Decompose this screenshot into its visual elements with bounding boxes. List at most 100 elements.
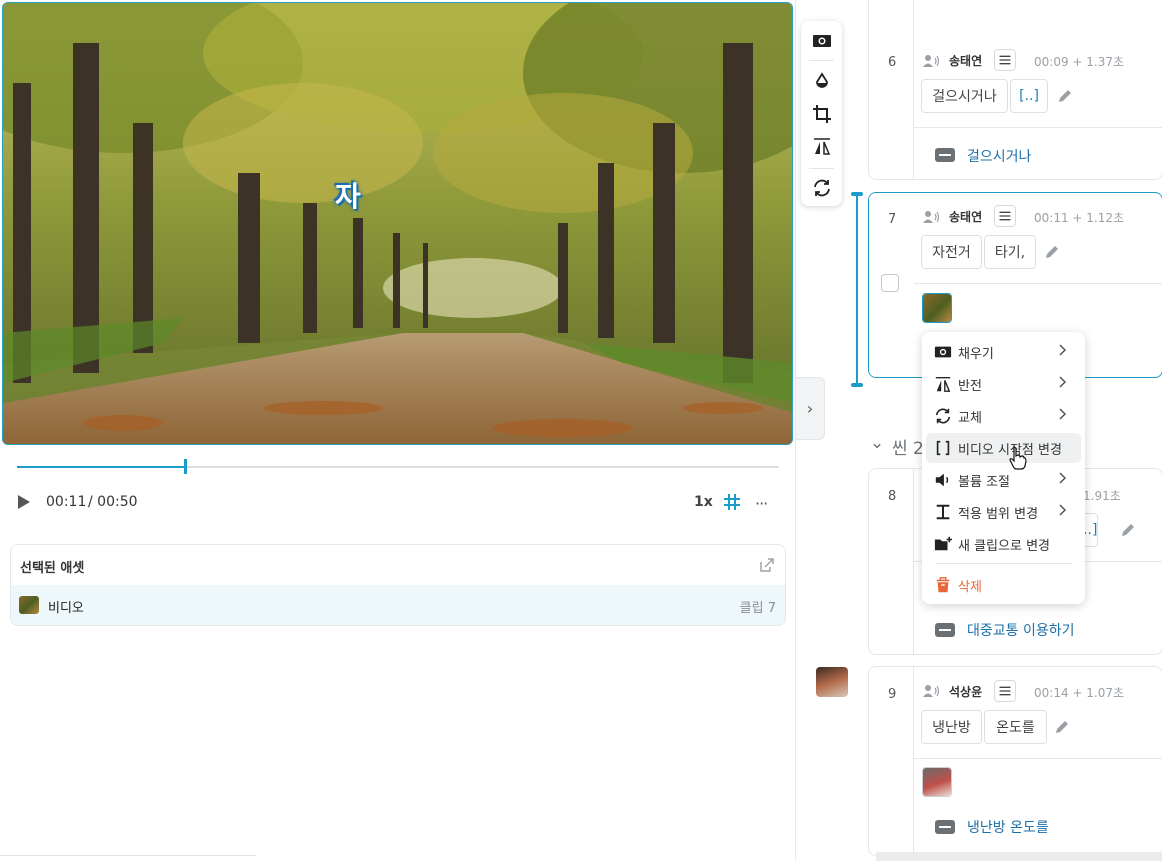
divider bbox=[914, 758, 1162, 759]
menu-item-change-range[interactable]: 적용 범위 변경 bbox=[926, 497, 1081, 527]
video-frame bbox=[3, 3, 792, 444]
flip-icon bbox=[935, 377, 951, 392]
range-icon bbox=[936, 504, 950, 520]
total-time: / 00:50 bbox=[88, 494, 138, 510]
context-menu: 채우기 반전 교체 비디오 시작점 변경 볼륨 조절 적용 범위 변경 새 클립… bbox=[922, 332, 1085, 604]
word-chip[interactable]: 자전거 bbox=[921, 235, 982, 269]
voice-settings-icon[interactable] bbox=[994, 680, 1016, 702]
clip-number: 7 bbox=[888, 212, 897, 227]
menu-item-label: 교체 bbox=[958, 411, 982, 426]
menu-item-change-video-start[interactable]: 비디오 시작점 변경 bbox=[926, 433, 1081, 463]
asset-item[interactable]: 비디오 클립 7 bbox=[11, 585, 785, 625]
subtitle-icon bbox=[935, 623, 955, 637]
collapse-panel-button[interactable]: › bbox=[796, 377, 825, 440]
playback-speed-button[interactable]: 1x bbox=[694, 494, 713, 510]
menu-item-delete[interactable]: 삭제 bbox=[926, 570, 1081, 600]
asset-thumbnail bbox=[19, 596, 39, 614]
horizontal-scrollbar[interactable] bbox=[876, 852, 1162, 861]
menu-item-new-clip[interactable]: 새 클립으로 변경 bbox=[926, 529, 1081, 559]
divider bbox=[0, 855, 256, 856]
chevron-right-icon bbox=[1059, 472, 1067, 484]
panel-title: 선택된 애셋 bbox=[20, 561, 85, 576]
chevron-right-icon bbox=[1059, 344, 1067, 356]
timeline-playhead[interactable] bbox=[184, 459, 187, 474]
word-chip[interactable]: 타기, bbox=[984, 235, 1036, 269]
current-time: 00:11 bbox=[46, 494, 87, 510]
menu-item-flip[interactable]: 반전 bbox=[926, 369, 1081, 399]
menu-item-replace[interactable]: 교체 bbox=[926, 401, 1081, 431]
edit-pencil-icon[interactable] bbox=[1119, 521, 1137, 539]
video-preview[interactable] bbox=[2, 2, 793, 445]
fill-icon bbox=[934, 346, 952, 358]
divider bbox=[914, 127, 1162, 128]
avatar-asset-thumbnail[interactable] bbox=[922, 767, 952, 797]
menu-item-label: 새 클립으로 변경 bbox=[958, 539, 1050, 554]
replace-icon bbox=[935, 408, 951, 424]
clip-number: 8 bbox=[888, 489, 897, 504]
speaker-voice-icon bbox=[923, 685, 940, 697]
edit-pencil-icon[interactable] bbox=[1043, 243, 1061, 261]
chevron-right-icon bbox=[1059, 376, 1067, 388]
voice-settings-icon[interactable] bbox=[994, 205, 1016, 227]
speaker-voice-icon bbox=[923, 211, 940, 223]
speaker-name: 송태연 bbox=[949, 54, 983, 68]
chevron-right-icon: › bbox=[806, 399, 814, 418]
speaker-name: 석상윤 bbox=[949, 685, 983, 699]
video-asset-thumbnail[interactable] bbox=[922, 293, 952, 323]
toolbar-separator bbox=[809, 168, 834, 169]
fill-icon[interactable] bbox=[812, 31, 832, 51]
menu-item-label: 반전 bbox=[958, 379, 982, 394]
replace-icon[interactable] bbox=[812, 178, 832, 198]
word-chip[interactable]: [..] bbox=[1010, 79, 1048, 113]
subtitle-icon bbox=[935, 820, 955, 834]
volume-icon bbox=[935, 473, 949, 487]
hand-pointer-cursor-icon bbox=[1009, 447, 1027, 470]
clip-timing: 00:14 + 1.07초 bbox=[1034, 686, 1125, 700]
new-clip-icon bbox=[934, 536, 952, 551]
chevron-right-icon bbox=[1059, 408, 1067, 420]
speaker-voice-icon bbox=[923, 55, 940, 67]
speaker-name: 송태연 bbox=[949, 210, 983, 224]
subtitle-icon bbox=[935, 148, 955, 162]
chevron-right-icon bbox=[1059, 504, 1067, 516]
word-chip[interactable]: 온도를 bbox=[984, 710, 1047, 744]
asset-name: 비디오 bbox=[48, 601, 84, 616]
selected-assets-panel: 선택된 애셋 비디오 클립 7 bbox=[10, 544, 786, 626]
menu-item-volume[interactable]: 볼륨 조절 bbox=[926, 465, 1081, 495]
timeline-progress bbox=[17, 466, 185, 468]
subtitle-text[interactable]: 걸으시거나 bbox=[967, 146, 1031, 166]
external-link-icon[interactable] bbox=[759, 557, 775, 573]
clip-card-9[interactable]: 9 석상윤 00:14 + 1.07초 냉난방 온도를 냉난방 온도를 bbox=[868, 666, 1162, 856]
play-icon[interactable] bbox=[17, 494, 31, 510]
crop-icon[interactable] bbox=[812, 104, 832, 124]
menu-item-label: 삭제 bbox=[958, 580, 982, 595]
text-sticker[interactable]: 자 bbox=[335, 175, 375, 213]
menu-item-fill[interactable]: 채우기 bbox=[926, 337, 1081, 367]
menu-separator bbox=[936, 563, 1072, 564]
selection-range-handle[interactable] bbox=[851, 192, 863, 387]
clip-number-column bbox=[869, 0, 914, 179]
clip-select-checkbox[interactable] bbox=[881, 274, 899, 292]
menu-item-label: 채우기 bbox=[958, 347, 994, 362]
bracket-icon bbox=[936, 440, 950, 456]
grid-icon[interactable] bbox=[723, 493, 741, 511]
color-drop-icon[interactable] bbox=[812, 72, 832, 92]
edit-pencil-icon[interactable] bbox=[1056, 87, 1074, 105]
subtitle-text[interactable]: 냉난방 온도를 bbox=[967, 817, 1049, 837]
voice-settings-icon[interactable] bbox=[994, 49, 1016, 71]
word-chip[interactable]: 걸으시거나 bbox=[921, 79, 1008, 113]
scene-collapse-chevron-icon[interactable]: ⌄ bbox=[870, 433, 884, 453]
clip-timing: 00:09 + 1.37초 bbox=[1034, 55, 1125, 69]
word-chip[interactable]: 냉난방 bbox=[921, 710, 982, 744]
clip-card-6[interactable]: 6 송태연 00:09 + 1.37초 걸으시거나 [..] 걸으시거나 bbox=[868, 0, 1162, 180]
edit-pencil-icon[interactable] bbox=[1053, 718, 1071, 736]
menu-item-label: 적용 범위 변경 bbox=[958, 507, 1039, 522]
subtitle-text[interactable]: 대중교통 이용하기 bbox=[967, 620, 1075, 640]
video-edit-toolbar bbox=[801, 21, 842, 206]
more-options-icon[interactable]: ··· bbox=[755, 494, 768, 513]
menu-item-label: 볼륨 조절 bbox=[958, 475, 1010, 490]
clip-number: 9 bbox=[888, 687, 897, 702]
trash-icon bbox=[936, 577, 950, 593]
clip-timing: 1.91초 bbox=[1083, 489, 1121, 503]
flip-icon[interactable] bbox=[812, 136, 832, 156]
